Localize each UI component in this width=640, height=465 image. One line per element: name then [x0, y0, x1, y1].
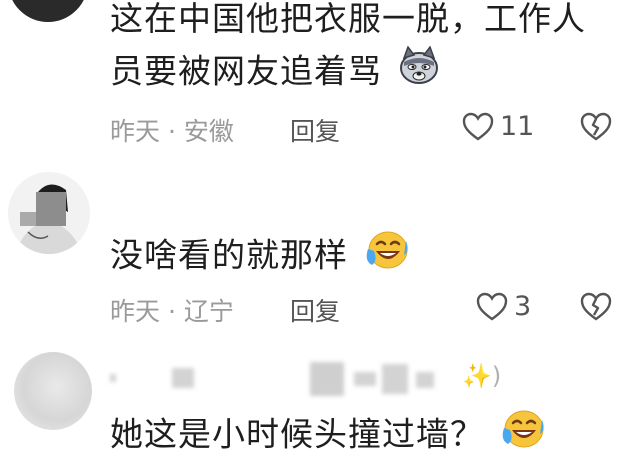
laugh-cry-icon — [500, 408, 546, 464]
comment-meta: 昨天 · 安徽 — [110, 117, 234, 146]
like-button[interactable]: 3 — [476, 291, 531, 322]
comment-text: 没啥看的就那样 — [110, 229, 410, 285]
comment-body: 她这是小时候头撞过墙？ — [110, 414, 484, 454]
username-blurred — [110, 362, 510, 396]
reply-button[interactable]: 回复 — [290, 292, 340, 328]
comment-text: 她这是小时候头撞过墙？ — [110, 408, 546, 464]
broken-heart-icon — [580, 112, 612, 141]
like-count: 3 — [514, 291, 532, 322]
avatar[interactable] — [8, 0, 88, 22]
comment-line-1: 这在中国他把衣服一脱，工作人 — [110, 0, 586, 38]
dislike-button[interactable] — [580, 112, 612, 146]
comment-line-2: 员要被网友追着骂 — [110, 51, 382, 91]
comment-text: 这在中国他把衣服一脱，工作人 — [110, 0, 586, 44]
like-button[interactable]: 11 — [462, 111, 534, 142]
heart-icon — [476, 292, 508, 320]
heart-icon — [462, 112, 494, 140]
laugh-cry-icon — [364, 229, 410, 285]
username-suffix: ✨) — [462, 362, 502, 390]
comment-body: 没啥看的就那样 — [110, 235, 348, 275]
doge-icon — [398, 45, 440, 100]
avatar[interactable] — [8, 172, 90, 254]
broken-heart-icon — [580, 292, 612, 321]
comment-text: 员要被网友追着骂 — [110, 45, 440, 100]
reply-button[interactable]: 回复 — [290, 112, 340, 148]
like-count: 11 — [500, 111, 535, 142]
dislike-button[interactable] — [580, 292, 612, 326]
avatar[interactable] — [14, 352, 92, 430]
comment-meta: 昨天 · 辽宁 — [110, 297, 234, 326]
